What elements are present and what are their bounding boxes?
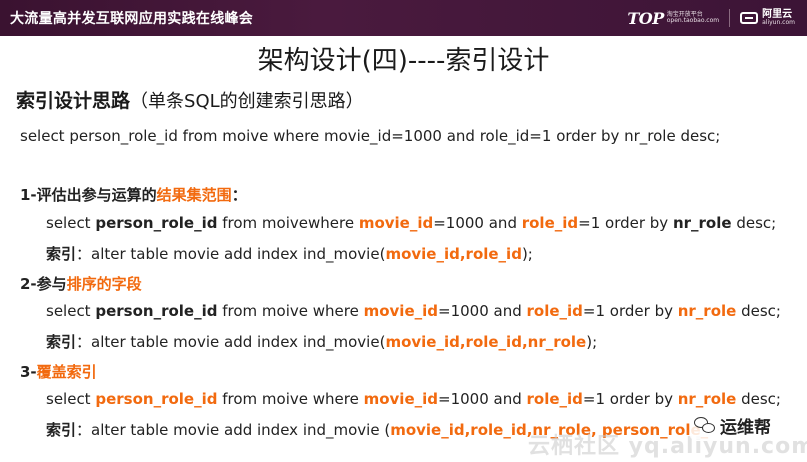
q-text: select [46, 214, 96, 232]
slide-title: 架构设计(四)----索引设计 [257, 46, 550, 76]
q-text: =1 order by [578, 214, 673, 232]
partner-logos: TOP 淘宝开放平台 open.taobao.com 阿里云 aliyun.co… [627, 6, 795, 30]
q-text: =1000 and [433, 214, 522, 232]
q-where-col: role_id [521, 214, 579, 232]
section2-heading: 2-参与排序的字段 [20, 273, 142, 294]
q-order-col: nr_role [677, 302, 737, 320]
q-text: =1 order by [582, 390, 678, 408]
index-text: ：alter table movie add index ind_movie( [76, 245, 386, 263]
index-label: 索引 [46, 245, 77, 263]
taobao-open-logo: TOP 淘宝开放平台 open.taobao.com [627, 9, 719, 28]
q-order-col: nr_role [672, 214, 732, 232]
wechat-icon [694, 416, 716, 435]
q-text: =1000 and [438, 390, 527, 408]
q-order-col: nr_role [677, 390, 737, 408]
base-query: select person_role_id from moive where m… [20, 127, 721, 145]
index-end: ); [586, 333, 598, 351]
section1-num: 1-评估出参与运算的 [20, 186, 157, 204]
aliyun-logo: 阿里云 aliyun.com [740, 9, 795, 27]
wechat-label: 运维帮 [720, 418, 771, 438]
q-text: from moive where [217, 302, 364, 320]
index-text: ：alter table movie add index ind_movie( [76, 333, 386, 351]
q-where-col: movie_id [358, 214, 434, 232]
q-select-col: person_role_id [95, 302, 218, 320]
section1-index: 索引：alter table movie add index ind_movie… [46, 243, 533, 264]
q-text: desc; [736, 302, 781, 320]
q-select-col: person_role_id [95, 214, 218, 232]
section2-highlight: 排序的字段 [66, 275, 142, 293]
q-text: from moivewhere [217, 214, 359, 232]
section3-highlight: 覆盖索引 [36, 363, 97, 381]
q-select-col: person_role_id [95, 390, 218, 408]
subtitle-normal: （单条SQL的创建索引思路） [130, 91, 364, 112]
section1-colon: ： [231, 186, 247, 204]
section3-heading: 3-覆盖索引 [20, 361, 97, 382]
section3-num: 3- [20, 363, 37, 381]
q-where-col: movie_id [363, 302, 439, 320]
q-text: desc; [731, 214, 777, 232]
q-text: =1000 and [438, 302, 527, 320]
top-brand-text: TOP [627, 8, 664, 28]
section2-num: 2-参与 [20, 275, 67, 293]
subtitle-bold: 索引设计思路 [16, 90, 131, 112]
section1-query: select person_role_id from moivewhere mo… [46, 214, 776, 232]
q-text: from moive where [217, 390, 364, 408]
index-cols: movie_id,role_id [385, 245, 522, 263]
aliyun-en: aliyun.com [762, 19, 795, 27]
index-label: 索引 [46, 333, 77, 351]
section3-query: select person_role_id from moive where m… [46, 390, 781, 408]
section2-query: select person_role_id from moive where m… [46, 302, 781, 320]
q-text: desc; [736, 390, 781, 408]
index-cols: movie_id,role_id,nr_role [385, 333, 587, 351]
section1-highlight: 结果集范围 [156, 186, 232, 204]
index-end: ); [521, 245, 533, 263]
q-text: =1 order by [582, 302, 678, 320]
q-text: select [46, 302, 96, 320]
aliyun-mark-icon [740, 11, 759, 24]
section1-heading: 1-评估出参与运算的结果集范围： [20, 184, 247, 205]
q-where-col: role_id [526, 390, 583, 408]
logo-divider [729, 9, 731, 27]
index-label: 索引 [46, 421, 77, 439]
header-bar: 大流量高并发互联网应用实践在线峰会 TOP 淘宝开放平台 open.taobao… [0, 0, 807, 36]
top-brand-sub-en: open.taobao.com [666, 17, 720, 24]
conference-title: 大流量高并发互联网应用实践在线峰会 [10, 11, 254, 27]
wechat-badge: 运维帮 [690, 412, 775, 439]
q-text: select [46, 390, 96, 408]
index-text: ：alter table movie add index ind_movie ( [76, 421, 391, 439]
q-where-col: role_id [526, 302, 583, 320]
q-where-col: movie_id [363, 390, 439, 408]
section2-index: 索引：alter table movie add index ind_movie… [46, 331, 597, 352]
slide-subtitle: 索引设计思路（单条SQL的创建索引思路） [16, 86, 364, 113]
